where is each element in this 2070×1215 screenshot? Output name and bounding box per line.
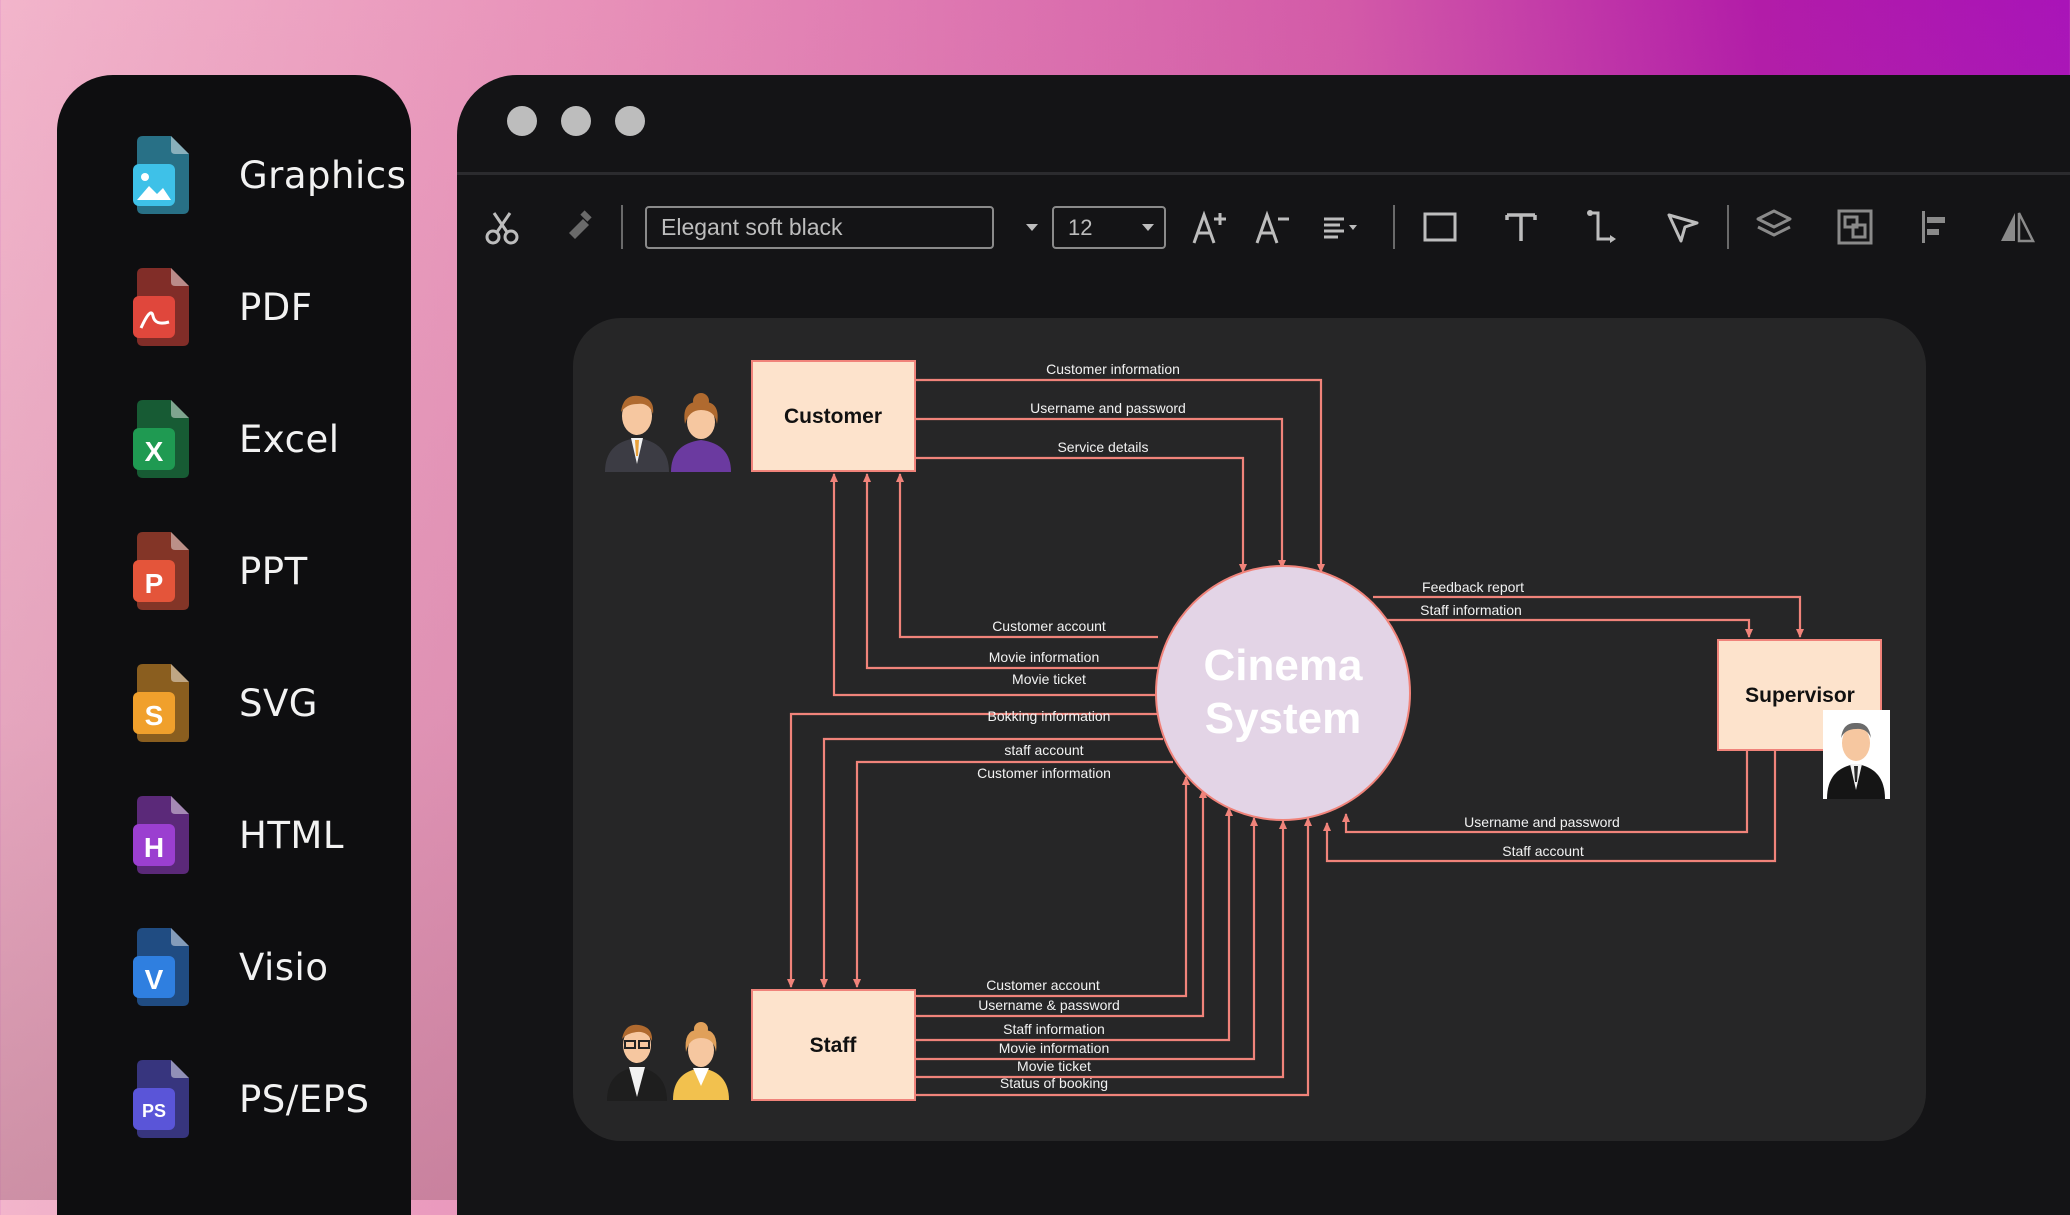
flow-label: Username & password [978,997,1120,1013]
flip-icon[interactable] [1995,205,2039,249]
flow-label: Bokking information [988,708,1111,724]
flow-label: staff account [1004,742,1083,758]
svg-text:S: S [145,700,164,731]
flow-label: Staff information [1420,602,1522,618]
supervisor-entity-label: Supervisor [1745,684,1855,707]
format-label: PS/EPS [239,1077,370,1121]
flow-label: Movie information [989,649,1100,665]
cinema-system-label-line2: System [1205,694,1362,743]
toolbar-separator [621,205,623,249]
flow-arrow[interactable] [863,473,1158,670]
flow-label: Customer account [992,618,1106,634]
flow-arrow[interactable] [853,760,1173,988]
customer-man-avatar [605,395,669,472]
connector-tool-icon[interactable] [1580,205,1624,249]
flow-label: Staff information [1003,1021,1105,1037]
flow-label: Staff account [1502,843,1584,859]
data-flow-diagram: Customer Staff Supervisor Cinema System … [605,360,1890,1101]
cinema-system-process[interactable] [1155,565,1411,821]
align-left-icon[interactable] [1914,205,1958,249]
staff-man-avatar [607,1024,667,1101]
customer-woman-avatar [671,393,731,472]
format-item-excel[interactable]: X Excel [117,394,397,484]
svg-text:X: X [145,436,164,467]
svg-text:H: H [144,832,164,863]
flow-arrow[interactable] [915,820,1287,1079]
flow-label: Movie information [999,1040,1110,1056]
flow-label: Status of booking [1000,1075,1108,1091]
format-item-svg[interactable]: S SVG [117,658,397,748]
format-label: PDF [239,285,313,329]
image-icon [117,134,193,216]
flow-label: Customer information [1046,361,1180,377]
format-item-html[interactable]: H HTML [117,790,397,880]
increase-font-icon[interactable] [1188,205,1232,249]
window-minimize-dot[interactable] [561,106,591,136]
flow-arrow[interactable] [915,776,1190,998]
font-dropdown-chevron-icon[interactable] [1010,205,1054,249]
flow-label: Movie ticket [1017,1058,1091,1074]
export-format-sidebar [57,75,411,1215]
flow-arrow[interactable] [915,817,1312,1097]
font-size-chevron-icon[interactable] [1126,205,1170,249]
layers-icon[interactable] [1752,205,1796,249]
format-item-ppt[interactable]: P PPT [117,526,397,616]
format-label: Visio [239,945,329,989]
svg-icon: S [117,662,193,744]
staff-entity-label: Staff [810,1034,858,1057]
pdf-icon [117,266,193,348]
flow-label: Username and password [1464,814,1620,830]
flow-arrow[interactable] [896,473,1158,639]
cut-icon[interactable] [480,205,524,249]
window-maximize-dot[interactable] [615,106,645,136]
flow-arrow[interactable] [787,712,1158,988]
toolbar-separator [1727,205,1729,249]
flow-arrow[interactable] [915,456,1247,573]
ppt-icon: P [117,530,193,612]
format-item-pseps[interactable]: PS PS/EPS [117,1054,397,1144]
flow-label: Username and password [1030,400,1186,416]
align-text-icon[interactable] [1318,205,1362,249]
format-label: PPT [239,549,308,593]
format-label: Graphics [239,153,407,197]
excel-icon: X [117,398,193,480]
format-item-pdf[interactable]: PDF [117,262,397,352]
format-label: HTML [239,813,344,857]
customer-entity-label: Customer [784,405,882,428]
supervisor-avatar [1823,710,1890,799]
format-item-visio[interactable]: V Visio [117,922,397,1012]
staff-woman-avatar [673,1022,729,1100]
format-item-graphics[interactable]: Graphics [117,130,406,220]
pointer-tool-icon[interactable] [1661,205,1705,249]
text-tool-icon[interactable] [1499,205,1543,249]
decrease-font-icon[interactable] [1251,205,1295,249]
font-family-select[interactable]: Elegant soft black [645,206,994,249]
svg-text:V: V [145,964,164,995]
group-icon[interactable] [1833,205,1877,249]
titlebar-divider [457,172,2070,175]
toolbar-separator [1393,205,1395,249]
ps-icon: PS [117,1058,193,1140]
flow-label: Customer information [977,765,1111,781]
flow-arrow[interactable] [1383,618,1753,638]
format-painter-icon[interactable] [555,205,599,249]
svg-text:PS: PS [142,1101,166,1121]
window-close-dot[interactable] [507,106,537,136]
flow-label: Customer account [986,977,1100,993]
rectangle-tool-icon[interactable] [1418,205,1462,249]
format-label: SVG [239,681,318,725]
flow-label: Service details [1057,439,1148,455]
html-icon: H [117,794,193,876]
cinema-system-label-line1: Cinema [1204,641,1363,690]
flow-label: Movie ticket [1012,671,1086,687]
visio-icon: V [117,926,193,1008]
flow-label: Feedback report [1422,579,1524,595]
format-label: Excel [239,417,340,461]
svg-text:P: P [145,568,164,599]
